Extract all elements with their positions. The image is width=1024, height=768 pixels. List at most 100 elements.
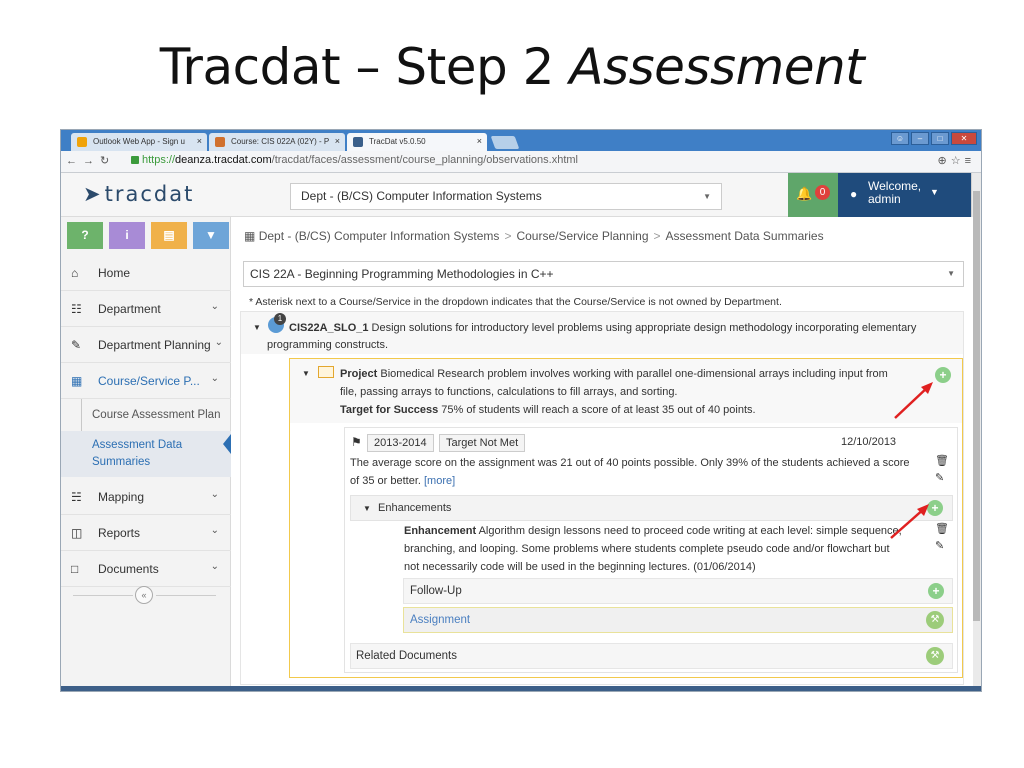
breadcrumb: ▦ Dept - (B/CS) Computer Information Sys… [244, 229, 824, 243]
result-date: 12/10/2013 [841, 436, 897, 448]
tab-close-icon[interactable]: × [477, 133, 482, 150]
breadcrumb-item: Assessment Data Summaries [665, 229, 824, 243]
tracdat-logo[interactable]: ➤tracdat [83, 182, 194, 206]
address-bar: ←→↻ https://deanza.tracdat.com/tracdat/f… [61, 151, 981, 173]
flag-icon: ⚑ [351, 435, 362, 449]
target-for-success: Target for Success 75% of students will … [340, 404, 756, 416]
breadcrumb-item[interactable]: Dept - (B/CS) Computer Information Syste… [259, 229, 500, 243]
reload-icon[interactable]: ↻ [100, 155, 115, 167]
browser-screenshot: Outlook Web App - Sign u × Course: CIS 0… [60, 129, 982, 692]
collapse-triangle-icon: ▼ [363, 504, 371, 513]
course-select[interactable]: CIS 22A - Beginning Programming Methodol… [243, 261, 964, 287]
pencil-icon: ✎ [71, 338, 82, 352]
nav-controls: ←→↻ [66, 154, 115, 167]
follow-up-row[interactable]: Follow-Up + [403, 578, 953, 604]
book-icon: ▦ [71, 374, 83, 388]
wrench-icon[interactable]: ⚒ [926, 611, 944, 629]
sidebar-item-home[interactable]: ⌂ Home [61, 255, 231, 291]
columns-icon: ◫ [71, 526, 83, 540]
wrench-icon[interactable]: ⚒ [926, 647, 944, 665]
sidebar-item-mapping[interactable]: ☵ Mapping ⌄ [61, 479, 231, 515]
tab-close-icon[interactable]: × [335, 133, 340, 150]
close-window-button[interactable]: ✕ [951, 132, 977, 145]
caret-down-icon: ▼ [703, 192, 711, 201]
related-documents-row[interactable]: Related Documents ⚒ [350, 643, 953, 669]
year-chip: 2013-2014 [367, 434, 434, 452]
slide-title: Tracdat – Step 2 Assessment [159, 38, 865, 96]
user-menu-button[interactable]: ● Welcome, admin ▼ [838, 173, 979, 217]
sidebar-item-documents[interactable]: □ Documents ⌄ [61, 551, 231, 587]
chevron-down-icon: ⌄ [210, 301, 219, 312]
trash-icon[interactable]: 🗑 [935, 454, 949, 467]
tab-tracdat[interactable]: TracDat v5.0.50 × [347, 133, 487, 151]
minimize-button[interactable]: – [911, 132, 929, 145]
notification-count-badge: 0 [815, 185, 830, 200]
taskbar [61, 686, 981, 691]
folder-icon: □ [71, 562, 79, 576]
username: admin [868, 192, 901, 206]
chevron-down-icon: ⌄ [214, 337, 223, 348]
sidebar-subitem-assessment-data-summaries[interactable]: Assessment Data Summaries [61, 431, 231, 477]
institution-icon: ☷ [71, 302, 82, 316]
assessment-method-panel: ▼ Project Biomedical Research problem in… [289, 358, 963, 678]
user-icon: ● [850, 187, 858, 201]
add-follow-up-button[interactable]: + [928, 583, 944, 599]
edit-icon[interactable]: ✎ [935, 471, 944, 484]
caret-down-icon: ▼ [947, 269, 955, 278]
welcome-text: Welcome, [868, 179, 922, 193]
sidebar: ? i ▤ ▼ ⌂ Home ☷ Department ⌄ ✎ Departme… [61, 217, 231, 691]
sidebar-item-reports[interactable]: ◫ Reports ⌄ [61, 515, 231, 551]
sidebar-subitem-course-assessment-plan[interactable]: Course Assessment Plan [61, 401, 231, 429]
star-icon[interactable]: ☆ [951, 155, 965, 167]
lock-icon [131, 156, 139, 164]
help-button[interactable]: ? [67, 222, 103, 249]
department-select[interactable]: Dept - (B/CS) Computer Information Syste… [290, 183, 722, 210]
result-text: The average score on the assignment was … [350, 457, 910, 487]
method-description: Biomedical Research problem involves wor… [340, 368, 888, 398]
chevron-down-icon: ⌄ [210, 489, 219, 500]
notifications-button[interactable]: 🔔 0 [788, 173, 838, 217]
collapse-triangle-icon[interactable]: ▼ [253, 323, 261, 332]
sidebar-item-department-planning[interactable]: ✎ Department Planning ⌄ [61, 327, 231, 363]
filter-button[interactable]: ▼ [193, 222, 229, 249]
more-link[interactable]: [more] [424, 475, 455, 487]
new-tab-button[interactable] [490, 136, 520, 149]
enhancements-header[interactable]: ▼ Enhancements + [350, 495, 953, 521]
info-button[interactable]: i [109, 222, 145, 249]
course-icon [215, 137, 225, 147]
tab-outlook[interactable]: Outlook Web App - Sign u × [71, 133, 207, 151]
assignment-row[interactable]: Assignment ⚒ [403, 607, 953, 633]
annotation-arrow [894, 382, 933, 419]
trash-icon[interactable]: 🗑 [935, 522, 949, 535]
sidebar-item-course-service-planning[interactable]: ▦ Course/Service P... ⌄ [61, 363, 231, 399]
annotation-arrow [890, 504, 929, 539]
slo-row: ▼ 1 CIS22A_SLO_1 Design solutions for in… [241, 312, 963, 354]
collapse-triangle-icon[interactable]: ▼ [302, 369, 310, 378]
caret-down-icon: ▼ [930, 187, 939, 197]
app-header: ➤tracdat Dept - (B/CS) Computer Informat… [61, 173, 979, 217]
bar-chart-icon [318, 366, 334, 378]
zoom-icon[interactable]: ⊕ [937, 155, 950, 167]
scrollbar-thumb[interactable] [973, 191, 980, 621]
selected-indicator [223, 434, 231, 454]
divider [73, 595, 133, 596]
notes-button[interactable]: ▤ [151, 222, 187, 249]
user-icon[interactable]: ☺ [891, 132, 909, 145]
chevron-down-icon: ⌄ [210, 525, 219, 536]
url-field[interactable]: https://deanza.tracdat.com/tracdat/faces… [131, 154, 578, 166]
tab-course[interactable]: Course: CIS 022A (02Y) - P × [209, 133, 345, 151]
slo-code: CIS22A_SLO_1 [289, 322, 369, 334]
tab-close-icon[interactable]: × [197, 133, 202, 150]
book-icon: ▦ [244, 229, 256, 243]
back-icon[interactable]: ← [66, 155, 83, 167]
method-type: Project [340, 368, 378, 380]
menu-icon[interactable]: ≡ [965, 155, 975, 167]
sidebar-item-department[interactable]: ☷ Department ⌄ [61, 291, 231, 327]
enhancement-text: Enhancement Algorithm design lessons nee… [404, 525, 902, 573]
collapse-sidebar-button[interactable]: « [135, 586, 153, 604]
forward-icon[interactable]: → [83, 155, 100, 167]
main-content: ▦ Dept - (B/CS) Computer Information Sys… [232, 217, 973, 691]
maximize-button[interactable]: □ [931, 132, 949, 145]
status-badge: Target Not Met [439, 434, 526, 452]
breadcrumb-item[interactable]: Course/Service Planning [516, 229, 648, 243]
